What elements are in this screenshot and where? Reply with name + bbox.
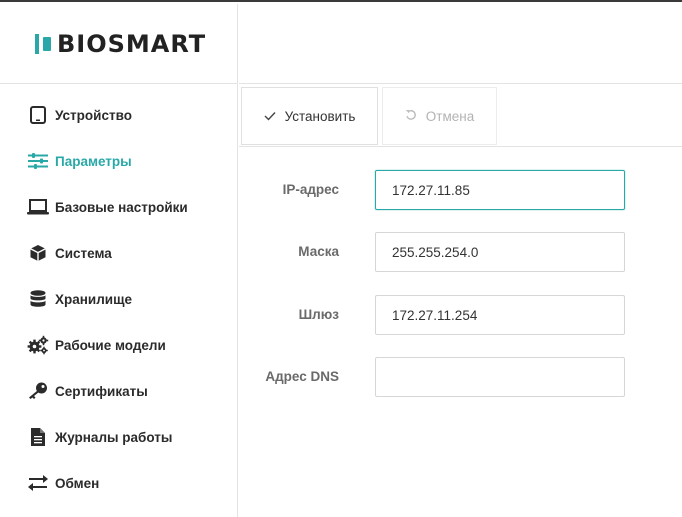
sliders-icon: [27, 151, 49, 171]
app-frame: BIOSMART Устройство Параметры Базовые на…: [0, 0, 682, 517]
mask-label: Маска: [298, 244, 339, 259]
key-icon: [27, 381, 49, 401]
sidebar-item-basic-settings[interactable]: Базовые настройки: [0, 184, 237, 230]
ip-row: IP-адрес: [239, 170, 682, 210]
logo-mark-icon: [35, 33, 51, 54]
gateway-label: Шлюз: [298, 307, 339, 322]
cube-icon: [27, 243, 49, 263]
gateway-row: Шлюз: [239, 295, 682, 335]
sidebar-item-label: Сертификаты: [55, 383, 148, 399]
install-button-label: Установить: [284, 108, 356, 124]
file-icon: [27, 427, 49, 447]
logo: BIOSMART: [35, 30, 206, 58]
sidebar-item-exchange[interactable]: Обмен: [0, 460, 237, 506]
gears-icon: [27, 335, 49, 355]
logo-text: BIOSMART: [57, 29, 207, 58]
dns-label: Адрес DNS: [265, 369, 339, 384]
sidebar-item-device[interactable]: Устройство: [0, 92, 237, 138]
sidebar-item-logs[interactable]: Журналы работы: [0, 414, 237, 460]
sidebar-item-label: Журналы работы: [55, 429, 173, 445]
sidebar-item-storage[interactable]: Хранилище: [0, 276, 237, 322]
sidebar-item-label: Базовые настройки: [55, 199, 188, 215]
cancel-button-label: Отмена: [425, 108, 475, 124]
database-icon: [27, 289, 49, 309]
ip-label: IP-адрес: [282, 182, 339, 197]
cancel-button[interactable]: Отмена: [382, 87, 497, 145]
sidebar-item-label: Рабочие модели: [55, 337, 166, 353]
dns-input[interactable]: [375, 357, 625, 397]
sidebar-item-label: Система: [55, 245, 112, 261]
sidebar-item-label: Обмен: [55, 475, 100, 491]
gateway-input[interactable]: [375, 295, 625, 335]
dns-row: Адрес DNS: [239, 357, 682, 397]
sidebar-item-certificates[interactable]: Сертификаты: [0, 368, 237, 414]
sidebar-item-parameters[interactable]: Параметры: [0, 138, 237, 184]
mask-input[interactable]: [375, 232, 625, 272]
sidebar-item-label: Устройство: [55, 107, 132, 123]
toolbar: Установить Отмена: [239, 84, 682, 147]
tablet-icon: [27, 105, 49, 125]
sidebar-item-work-models[interactable]: Рабочие модели: [0, 322, 237, 368]
exchange-icon: [27, 473, 49, 493]
sidebar-item-system[interactable]: Система: [0, 230, 237, 276]
sidebar-menu: Устройство Параметры Базовые настройки С…: [0, 84, 237, 506]
mask-row: Маска: [239, 232, 682, 272]
undo-icon: [405, 109, 417, 124]
sidebar: BIOSMART Устройство Параметры Базовые на…: [0, 4, 238, 517]
sidebar-item-label: Параметры: [55, 153, 132, 169]
logo-area: BIOSMART: [0, 4, 237, 84]
sidebar-item-label: Хранилище: [55, 291, 132, 307]
header: [239, 4, 682, 84]
main-content: Установить Отмена IP-адрес Маска Шлюз: [239, 4, 682, 517]
install-button[interactable]: Установить: [241, 87, 378, 145]
laptop-icon: [27, 197, 49, 217]
check-icon: [264, 109, 276, 124]
ip-input[interactable]: [375, 170, 625, 210]
